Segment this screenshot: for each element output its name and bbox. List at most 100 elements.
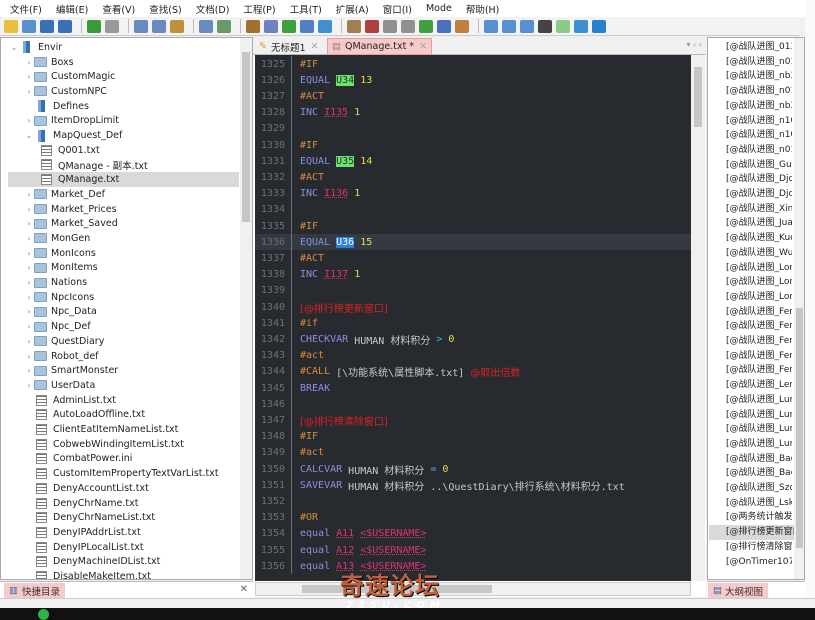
outline-item[interactable]: [@战队进图_Bao xyxy=(726,466,792,481)
chevron-right-icon[interactable]: › xyxy=(24,116,34,125)
tree-scrollbar[interactable] xyxy=(240,38,252,579)
outline-item[interactable]: [@战队进图_Djdt xyxy=(726,187,792,202)
tree-scrollbar-thumb[interactable] xyxy=(242,52,250,222)
outline-item[interactable]: [@排行榜清除窗口 xyxy=(726,540,792,555)
tree-item[interactable]: › QuestDiary xyxy=(24,334,104,349)
code-line[interactable]: 1341 #if xyxy=(255,315,691,332)
code-line[interactable]: 1339 xyxy=(255,282,691,299)
fold-gutter[interactable] xyxy=(291,250,299,267)
outline-item[interactable]: [@战队进图_Xin xyxy=(726,202,792,217)
tab-outline-view[interactable]: ▤ 大纲视图 xyxy=(708,583,768,598)
toolbar-button-icon[interactable] xyxy=(484,19,498,33)
fold-gutter[interactable] xyxy=(291,120,299,137)
toolbar-button-icon[interactable] xyxy=(134,19,148,33)
tree-item[interactable]: DenyChrNameList.txt xyxy=(24,510,155,525)
outline-item[interactable]: [@战队进图_n10 xyxy=(726,114,792,129)
toolbar-button-icon[interactable] xyxy=(383,19,397,33)
outline-item[interactable]: [@战队进图_Long xyxy=(726,275,792,290)
tree-item[interactable]: › CustomNPC xyxy=(24,84,106,99)
fold-gutter[interactable] xyxy=(291,104,299,121)
code-line[interactable]: 1332 #ACT xyxy=(255,169,691,186)
toolbar-button-icon[interactable] xyxy=(401,19,415,33)
toolbar-button-icon[interactable] xyxy=(318,19,332,33)
code-line[interactable]: 1352 xyxy=(255,493,691,510)
outline-item[interactable]: [@战队进图_Kuo xyxy=(726,231,792,246)
tree-item[interactable]: DenyIPLocalList.txt xyxy=(24,540,144,555)
toolbar-button-icon[interactable] xyxy=(246,19,260,33)
fold-gutter[interactable] xyxy=(291,380,299,397)
fold-gutter[interactable] xyxy=(291,282,299,299)
chevron-down-icon[interactable]: ⌄ xyxy=(9,43,19,52)
app-icon[interactable] xyxy=(38,609,49,620)
tab-qmanage[interactable]: ▤ QManage.txt * ✕ xyxy=(327,38,433,55)
tree-item[interactable]: › ItemDropLimit xyxy=(24,114,119,129)
toolbar-button-icon[interactable] xyxy=(40,19,54,33)
code-line[interactable]: 1335 #IF xyxy=(255,218,691,235)
toolbar-button-icon[interactable] xyxy=(4,19,18,33)
tree-item[interactable]: › Nations xyxy=(24,275,87,290)
fold-gutter[interactable] xyxy=(291,558,299,575)
toolbar-button-icon[interactable] xyxy=(282,19,296,33)
fold-gutter[interactable] xyxy=(291,137,299,154)
outline-item[interactable]: [@战队进图_Leng xyxy=(726,378,792,393)
toolbar-button-icon[interactable] xyxy=(365,19,379,33)
code-line[interactable]: 1325 #IF xyxy=(255,56,691,73)
tree-item[interactable]: › MonIcons xyxy=(24,246,95,261)
tree-item[interactable]: DenyIPAddrList.txt xyxy=(24,525,141,540)
menu-item[interactable]: Mode xyxy=(426,3,452,14)
menu-item[interactable]: 文件(F) xyxy=(10,2,42,16)
tree-item[interactable]: › Market_Saved xyxy=(24,216,117,231)
chevron-right-icon[interactable]: › xyxy=(24,263,34,272)
tree-item[interactable]: › NpcIcons xyxy=(24,290,94,305)
code-line[interactable]: 1338 INC I137 1 xyxy=(255,266,691,283)
fold-gutter[interactable] xyxy=(291,56,299,73)
close-icon[interactable]: ✕ xyxy=(240,584,248,595)
chevron-right-icon[interactable]: › xyxy=(24,352,34,361)
tree-item[interactable]: › Npc_Def xyxy=(24,319,90,334)
tree-item[interactable]: QManage - 副本.txt xyxy=(39,158,148,173)
fold-gutter[interactable] xyxy=(291,185,299,202)
outline-item[interactable]: [@战队进图_Lunk xyxy=(726,437,792,452)
outline-item[interactable]: [@战队进图_Lunk xyxy=(726,408,792,423)
code-line[interactable]: 1343 #act xyxy=(255,347,691,364)
toolbar-button-icon[interactable] xyxy=(455,19,469,33)
toolbar-button-icon[interactable] xyxy=(419,19,433,33)
code-line[interactable]: 1330 #IF xyxy=(255,137,691,154)
chevron-right-icon[interactable]: › xyxy=(24,293,34,302)
fold-gutter[interactable] xyxy=(291,315,299,332)
outline-item[interactable]: [@战队进图_Szdt xyxy=(726,481,792,496)
outline-item[interactable]: [@战队进图_Bao xyxy=(726,452,792,467)
chevron-right-icon[interactable]: › xyxy=(24,366,34,375)
menu-item[interactable]: 查看(V) xyxy=(102,2,135,16)
menu-item[interactable]: 帮助(H) xyxy=(466,2,500,16)
outline-item[interactable]: [@战队进图_Djdt xyxy=(726,172,792,187)
tree-item[interactable]: › Market_Prices xyxy=(24,202,116,217)
fold-gutter[interactable] xyxy=(291,444,299,461)
outline-item[interactable]: [@战队进图_Feng xyxy=(726,334,792,349)
code-line[interactable]: 1355 equal A12 <$USERNAME> xyxy=(255,542,691,559)
toolbar-button-icon[interactable] xyxy=(152,19,166,33)
tree-item[interactable]: AdminList.txt xyxy=(24,393,116,408)
chevron-right-icon[interactable]: › xyxy=(24,205,34,214)
fold-gutter[interactable] xyxy=(291,525,299,542)
outline-scrollbar[interactable] xyxy=(794,38,804,579)
code-line[interactable]: 1351 SAVEVAR HUMAN 材料积分 ..\QuestDiary\排行系… xyxy=(255,477,691,494)
menu-item[interactable]: 扩展(A) xyxy=(336,2,369,16)
code-line[interactable]: 1327 #ACT xyxy=(255,88,691,105)
fold-gutter[interactable] xyxy=(291,477,299,494)
tree-item[interactable]: DenyChrName.txt xyxy=(24,496,138,511)
code-line[interactable]: 1326 EQUAL U34 13 xyxy=(255,72,691,89)
code-line[interactable]: 1334 xyxy=(255,201,691,218)
code-line[interactable]: 1329 xyxy=(255,120,691,137)
fold-gutter[interactable] xyxy=(291,266,299,283)
tree-item[interactable]: CombatPower.ini xyxy=(24,452,132,467)
code-area[interactable]: 1325 #IF 1326 EQUAL U34 13 1327 #ACT 1328 INC I… xyxy=(255,55,691,581)
tree-item[interactable]: CustomItemPropertyTextVarList.txt xyxy=(24,466,219,481)
tree-item[interactable]: AutoLoadOffline.txt xyxy=(24,408,145,423)
toolbar-button-icon[interactable] xyxy=(520,19,534,33)
outline-item[interactable]: [@排行榜更新窗口 xyxy=(709,525,795,540)
tree-item[interactable]: CobwebWindingItemList.txt xyxy=(24,437,184,452)
tree-item[interactable]: QManage.txt xyxy=(8,172,239,187)
tree-item[interactable]: ⌄ MapQuest_Def xyxy=(24,128,122,143)
fold-gutter[interactable] xyxy=(291,88,299,105)
